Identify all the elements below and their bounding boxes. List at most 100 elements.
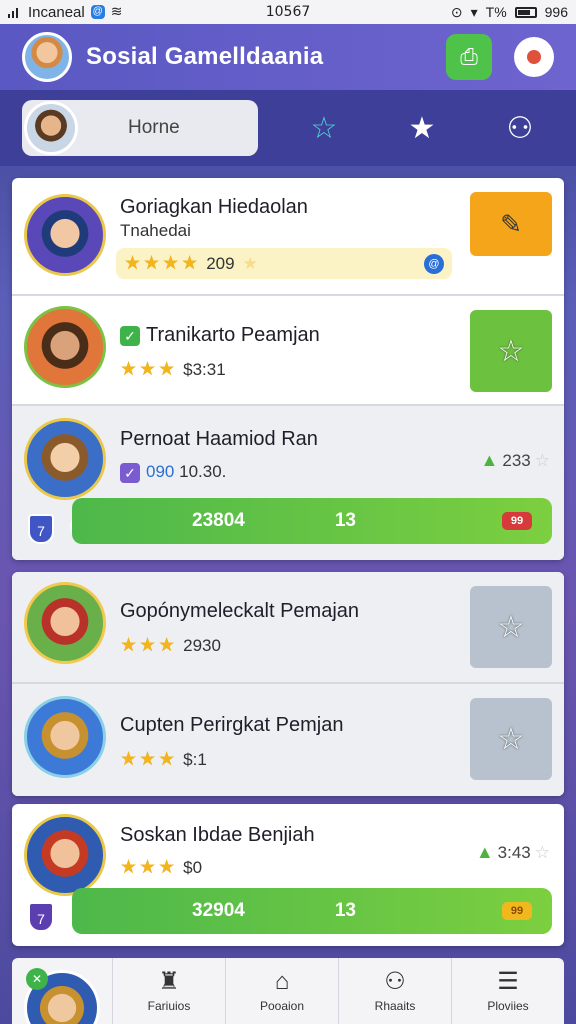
notification-button[interactable] xyxy=(514,37,554,77)
tab-label: Fariuios xyxy=(147,999,191,1013)
progress-bar: 23804 13 99 xyxy=(72,498,552,544)
tab-label: Pooaion xyxy=(259,999,305,1013)
status-bar: Incaneal @ ≋ 10567 ⊙ ▾ T% 996 xyxy=(0,0,576,24)
favorite-button[interactable]: ☆ xyxy=(470,586,552,668)
tab-friends[interactable]: ⚇ Rhaaits xyxy=(338,958,451,1024)
list-icon: ☰ xyxy=(497,968,519,995)
player-name: Cupten Perirgkat Pemjan xyxy=(120,714,344,736)
player-list: Goriagkan Hiedaolan Tnahedai ★ ★ ★ ★ 209 ★ … xyxy=(12,178,564,958)
player-value: 090 xyxy=(146,462,175,481)
star-icon: ★ xyxy=(139,359,157,380)
thumbs-up-icon: ▲ xyxy=(480,450,499,470)
app-badge-icon: @ xyxy=(90,5,105,19)
star-icon: ★ xyxy=(120,749,138,770)
star-icon: ★ xyxy=(181,253,199,274)
player-value-suffix: 10.30. xyxy=(179,462,227,481)
rank-shield-icon: 7 xyxy=(28,514,54,544)
star-icon: ★ xyxy=(120,857,138,878)
star-icon: ★ xyxy=(158,749,176,770)
list-item[interactable]: ✓ Tranikarto Peamjan ★ ★ ★ $3:31 ☆ xyxy=(12,296,564,406)
player-name: Tranikarto Peamjan xyxy=(146,324,320,346)
profile-avatar[interactable] xyxy=(22,32,72,82)
info-icon: @ xyxy=(424,253,444,274)
rating-score: 2930 xyxy=(183,635,221,655)
list-item[interactable]: Pernoat Haamiod Ran ✓ 090 10.30. ▲ 233 ☆ 7 … xyxy=(12,406,564,560)
player-name: Goriagkan Hiedaolan xyxy=(120,196,308,218)
player-name: Pernoat Haamiod Ran xyxy=(120,428,318,450)
rating-score: $0 xyxy=(183,857,203,877)
user-avatar xyxy=(24,101,78,155)
progress-bar: 32904 13 99 xyxy=(72,888,552,934)
star-icon: ☆ xyxy=(497,610,525,644)
bottom-profile[interactable]: ✕ xyxy=(12,958,112,1024)
rating: ★ ★ ★ ★ 209 ★ @ xyxy=(116,248,452,279)
player-avatar xyxy=(24,194,106,276)
wifi-full-icon: ▾ xyxy=(470,3,478,20)
status-number: 996 xyxy=(544,4,568,20)
favorites-star-icon[interactable]: ☆ xyxy=(294,111,354,146)
battery-percent: T% xyxy=(485,4,507,20)
rating: ★ ★ ★ 2930 xyxy=(120,634,221,657)
star-icon: ★ xyxy=(139,749,157,770)
empty-star-icon: ★ xyxy=(242,253,258,273)
rating: ★ ★ ★ $0 xyxy=(120,856,202,879)
player-avatar xyxy=(24,814,106,896)
progress-a: 23804 xyxy=(192,510,245,531)
star-icon: ★ xyxy=(124,253,142,274)
star-icon: ☆ xyxy=(497,722,525,756)
list-group: Soskan Ibdae Benjiah ★ ★ ★ $0 ▲ 3:43 ☆ 7 329… xyxy=(12,804,564,946)
delta: ▲ 3:43 ☆ xyxy=(476,842,550,863)
app-title: Sosial Gamelldaania xyxy=(86,43,324,70)
progress-b: 13 xyxy=(334,510,356,531)
star-icon: ★ xyxy=(120,359,138,380)
progress-badge: 99 xyxy=(502,512,532,530)
list-group: Gopónymeleckalt Pemajan ★ ★ ★ 2930 ☆ Cupte… xyxy=(12,572,564,796)
add-friend-icon[interactable]: ⚇ xyxy=(490,111,550,146)
favorite-button[interactable]: ☆ xyxy=(470,310,552,392)
rating-score: 209 xyxy=(206,253,235,273)
tab-home[interactable]: ⌂ Pooaion xyxy=(225,958,338,1024)
thumbs-up-icon: ▲ xyxy=(475,842,494,862)
controller-icon: ♜ xyxy=(158,968,180,995)
list-item[interactable]: Gopónymeleckalt Pemajan ★ ★ ★ 2930 ☆ xyxy=(12,572,564,684)
progress-b: 13 xyxy=(334,900,356,921)
player-avatar xyxy=(24,582,106,664)
star-icon: ★ xyxy=(158,635,176,656)
delta-value: 233 xyxy=(502,450,531,470)
star-icon: ★ xyxy=(139,857,157,878)
list-group: Goriagkan Hiedaolan Tnahedai ★ ★ ★ ★ 209 ★ … xyxy=(12,178,564,560)
check-icon: ✓ xyxy=(120,325,140,346)
share-button[interactable]: ⎙ xyxy=(446,34,492,80)
player-name: Gopónymeleckalt Pemajan xyxy=(120,600,360,622)
wifi-icon: ≋ xyxy=(110,4,123,20)
player-name-line: ✓ Tranikarto Peamjan xyxy=(120,324,320,347)
star-icon[interactable]: ★ xyxy=(392,111,452,146)
rating-score: $:1 xyxy=(183,749,207,769)
star-icon: ★ xyxy=(158,857,176,878)
list-item[interactable]: Goriagkan Hiedaolan Tnahedai ★ ★ ★ ★ 209 ★ … xyxy=(12,178,564,296)
list-item[interactable]: Cupten Perirgkat Pemjan ★ ★ ★ $:1 ☆ xyxy=(12,684,564,796)
empty-star-icon: ☆ xyxy=(534,842,550,862)
star-icon: ☆ xyxy=(497,334,525,368)
favorite-button[interactable]: ☆ xyxy=(470,698,552,780)
rank-shield-icon: 7 xyxy=(28,902,54,932)
carrier-label: Incaneal xyxy=(28,3,85,21)
rating: ★ ★ ★ $:1 xyxy=(120,748,207,771)
notification-icon xyxy=(527,50,541,64)
home-icon: ⌂ xyxy=(274,968,290,995)
progress-badge: 99 xyxy=(502,902,532,920)
tab-favorites[interactable]: ♜ Fariuios xyxy=(112,958,225,1024)
pencil-icon: ✎ xyxy=(500,208,522,239)
check-icon: ✓ xyxy=(120,462,140,483)
player-subtitle: Tnahedai xyxy=(120,221,191,240)
status-time: 10567 xyxy=(265,4,311,20)
signal-icon xyxy=(8,6,22,18)
edit-button[interactable]: ✎ xyxy=(470,192,552,256)
list-item[interactable]: Soskan Ibdae Benjiah ★ ★ ★ $0 ▲ 3:43 ☆ 7 329… xyxy=(12,804,564,946)
player-name: Soskan Ibdae Benjiah xyxy=(120,824,315,846)
delta-value: 3:43 xyxy=(497,842,531,862)
battery-icon xyxy=(514,6,537,18)
nav-row: Horne ☆ ★ ⚇ xyxy=(0,90,576,166)
tab-profiles[interactable]: ☰ Ploviies xyxy=(451,958,564,1024)
home-tab[interactable]: Horne xyxy=(22,100,258,156)
